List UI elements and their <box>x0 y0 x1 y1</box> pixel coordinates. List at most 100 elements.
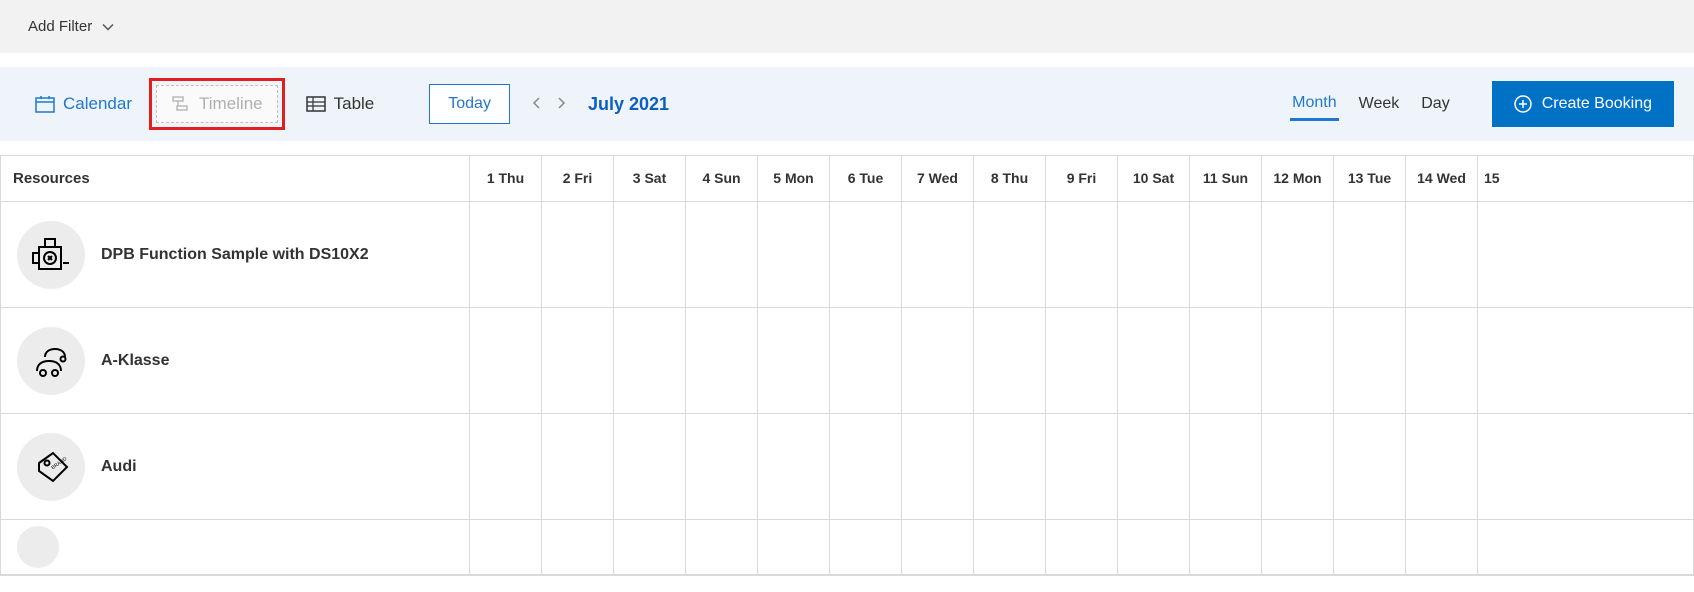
day-cell[interactable] <box>1405 520 1477 574</box>
day-header: 9 Fri <box>1045 156 1117 201</box>
day-cell[interactable] <box>685 202 757 307</box>
day-cell[interactable] <box>1405 414 1477 519</box>
day-cell[interactable] <box>541 520 613 574</box>
day-cell[interactable] <box>541 414 613 519</box>
day-cell[interactable] <box>469 308 541 413</box>
resource-cell[interactable]: A-Klasse <box>1 308 469 413</box>
toolbar: Calendar Timeline Table Today July 2021 … <box>0 67 1694 141</box>
day-cell[interactable] <box>685 414 757 519</box>
day-cell[interactable] <box>1261 202 1333 307</box>
day-cell[interactable] <box>1477 414 1511 519</box>
day-cell[interactable] <box>829 520 901 574</box>
day-cell[interactable] <box>469 414 541 519</box>
day-cell[interactable] <box>541 308 613 413</box>
calendar-icon <box>35 95 55 113</box>
day-header: 5 Mon <box>757 156 829 201</box>
day-header: 1 Thu <box>469 156 541 201</box>
day-cell[interactable] <box>1261 414 1333 519</box>
day-cell[interactable] <box>1189 414 1261 519</box>
range-day[interactable]: Day <box>1419 89 1451 119</box>
day-cell[interactable] <box>829 414 901 519</box>
day-cell[interactable] <box>1117 520 1189 574</box>
day-cell[interactable] <box>1333 308 1405 413</box>
prev-arrow[interactable] <box>528 92 546 116</box>
day-cell[interactable] <box>1477 308 1511 413</box>
day-cell[interactable] <box>757 202 829 307</box>
tab-table[interactable]: Table <box>291 85 390 123</box>
day-cell[interactable] <box>469 520 541 574</box>
range-month[interactable]: Month <box>1290 88 1338 121</box>
day-cell[interactable] <box>1405 202 1477 307</box>
day-cell[interactable] <box>613 202 685 307</box>
chevron-down-icon <box>102 21 114 33</box>
day-header: 14 Wed <box>1405 156 1477 201</box>
day-cell[interactable] <box>541 202 613 307</box>
tab-timeline[interactable]: Timeline <box>156 85 278 123</box>
timeline-icon <box>171 95 191 113</box>
day-header: 4 Sun <box>685 156 757 201</box>
create-booking-button[interactable]: Create Booking <box>1492 81 1674 127</box>
day-cell[interactable] <box>613 308 685 413</box>
view-tabs: Calendar Timeline Table <box>20 85 389 123</box>
day-cell[interactable] <box>685 308 757 413</box>
day-cell[interactable] <box>1045 202 1117 307</box>
resource-row: DPB Function Sample with DS10X2 <box>1 202 1693 308</box>
grid-body: DPB Function Sample with DS10X2 A-Klasse… <box>1 202 1693 575</box>
day-cell[interactable] <box>973 202 1045 307</box>
timeline-grid: Resources 1 Thu 2 Fri 3 Sat 4 Sun 5 Mon … <box>0 155 1694 576</box>
day-cell[interactable] <box>1117 308 1189 413</box>
day-header: 8 Thu <box>973 156 1045 201</box>
resources-column-header: Resources <box>1 156 469 201</box>
day-cell[interactable] <box>1333 202 1405 307</box>
day-cell[interactable] <box>901 308 973 413</box>
day-cell[interactable] <box>973 308 1045 413</box>
day-cell[interactable] <box>829 202 901 307</box>
day-cell[interactable] <box>1117 202 1189 307</box>
table-icon <box>306 95 326 113</box>
day-cell[interactable] <box>901 202 973 307</box>
day-cell[interactable] <box>1189 520 1261 574</box>
tab-calendar[interactable]: Calendar <box>20 85 147 123</box>
day-cell[interactable] <box>757 308 829 413</box>
resource-row: BRAND Audi <box>1 414 1693 520</box>
day-cell[interactable] <box>901 520 973 574</box>
add-filter-label: Add Filter <box>28 18 92 35</box>
day-cell[interactable] <box>1189 202 1261 307</box>
day-cell[interactable] <box>1405 308 1477 413</box>
resource-cell[interactable] <box>1 520 469 574</box>
day-cell[interactable] <box>1333 414 1405 519</box>
day-header: 3 Sat <box>613 156 685 201</box>
day-cell[interactable] <box>1477 202 1511 307</box>
day-header: 10 Sat <box>1117 156 1189 201</box>
day-cell[interactable] <box>1045 308 1117 413</box>
day-cell[interactable] <box>1117 414 1189 519</box>
resource-cell[interactable]: DPB Function Sample with DS10X2 <box>1 202 469 307</box>
highlight-annotation: Timeline <box>149 78 285 130</box>
chevron-right-icon <box>556 97 566 109</box>
day-cell[interactable] <box>1189 308 1261 413</box>
day-cell[interactable] <box>613 520 685 574</box>
day-cell[interactable] <box>1261 308 1333 413</box>
day-cell[interactable] <box>973 520 1045 574</box>
next-arrow[interactable] <box>552 92 570 116</box>
day-cell[interactable] <box>757 520 829 574</box>
day-cell[interactable] <box>757 414 829 519</box>
day-cell[interactable] <box>1261 520 1333 574</box>
day-cell[interactable] <box>469 202 541 307</box>
day-cell[interactable] <box>613 414 685 519</box>
add-filter-button[interactable]: Add Filter <box>28 18 114 35</box>
day-cell[interactable] <box>829 308 901 413</box>
resource-cell[interactable]: BRAND Audi <box>1 414 469 519</box>
day-cell[interactable] <box>901 414 973 519</box>
day-header: 7 Wed <box>901 156 973 201</box>
day-cell[interactable] <box>1045 520 1117 574</box>
plus-circle-icon <box>1514 95 1532 113</box>
day-cell[interactable] <box>973 414 1045 519</box>
day-cell[interactable] <box>1333 520 1405 574</box>
day-cell[interactable] <box>1045 414 1117 519</box>
range-week[interactable]: Week <box>1357 89 1402 119</box>
today-button[interactable]: Today <box>429 84 510 124</box>
day-cell[interactable] <box>685 520 757 574</box>
resource-name: Audi <box>101 458 137 476</box>
day-cell[interactable] <box>1477 520 1511 574</box>
